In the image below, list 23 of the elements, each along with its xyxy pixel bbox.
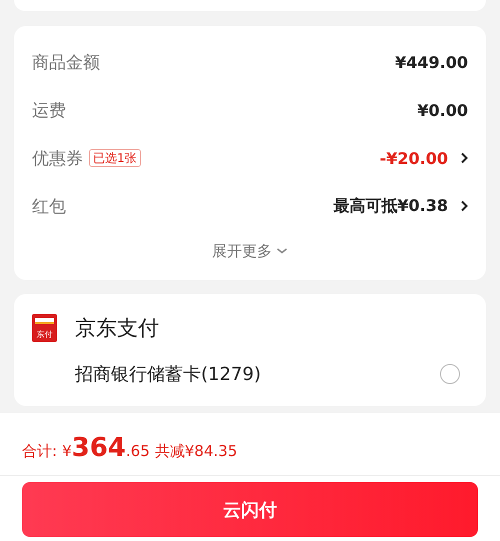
payment-title: 京东支付 <box>75 315 159 342</box>
total-price: 364 <box>72 433 126 463</box>
row-value: ¥0.00 <box>417 100 468 120</box>
pay-button[interactable]: 云闪付 <box>22 482 478 537</box>
coupon-tag: 已选1张 <box>89 149 141 167</box>
chevron-right-icon[interactable] <box>460 200 468 212</box>
row-value: ¥449.00 <box>395 52 468 72</box>
pay-logo-icon: 东付 <box>32 314 57 342</box>
expand-more-link[interactable]: 展开更多 <box>212 242 272 260</box>
chevron-down-icon[interactable] <box>276 247 288 255</box>
row-label: 红包 <box>32 196 66 218</box>
row-label: 优惠券 <box>32 148 83 170</box>
total-label: 合计: <box>22 442 58 461</box>
total-price-decimal: .65 <box>126 442 150 460</box>
row-label: 商品金额 <box>32 52 100 74</box>
currency-sign: ¥ <box>62 442 72 460</box>
chevron-right-icon[interactable] <box>460 152 468 164</box>
payment-method-label[interactable]: 招商银行储蓄卡(1279) <box>75 362 261 386</box>
radio-button[interactable] <box>440 364 460 384</box>
row-value: 最高可抵¥0.38 <box>333 196 448 216</box>
row-label: 运费 <box>32 100 66 122</box>
row-value: -¥20.00 <box>380 148 448 168</box>
discount-total: 共减¥84.35 <box>154 442 238 461</box>
